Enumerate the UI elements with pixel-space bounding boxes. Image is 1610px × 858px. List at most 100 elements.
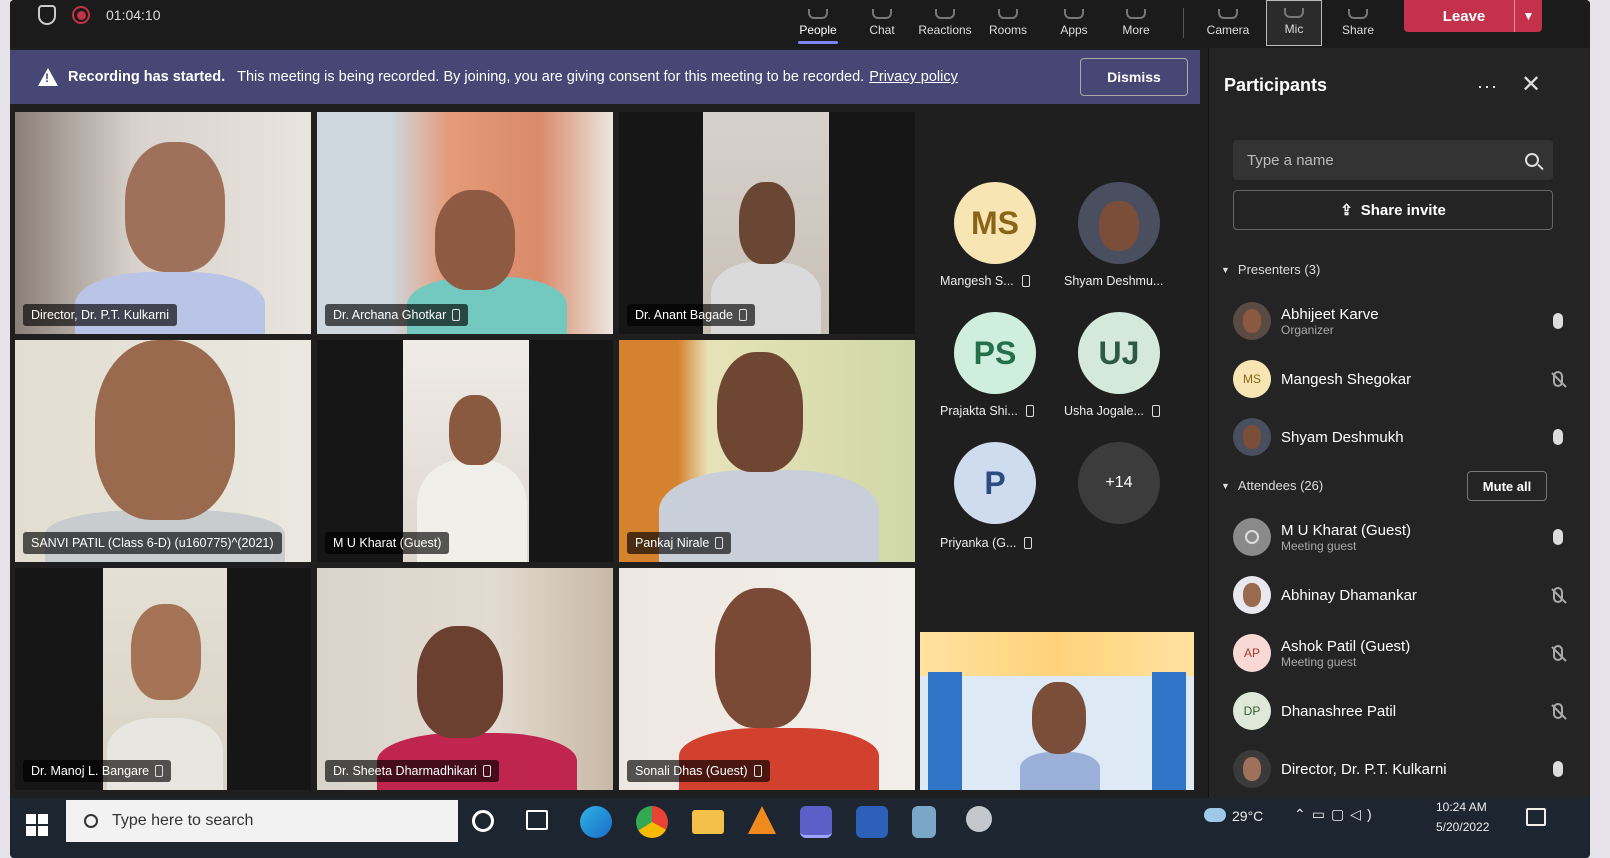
avatar bbox=[1233, 750, 1271, 788]
participant-avatar[interactable]: P bbox=[954, 442, 1036, 524]
mic-button[interactable]: Mic bbox=[1266, 0, 1322, 46]
avatar: AP bbox=[1233, 634, 1271, 672]
app-icon[interactable] bbox=[966, 806, 992, 832]
share-icon bbox=[1348, 9, 1368, 19]
presenters-section-toggle[interactable]: ▼ Presenters (3) bbox=[1221, 262, 1320, 277]
banner-title: Recording has started. bbox=[68, 69, 226, 85]
participant-search-input[interactable]: Type a name bbox=[1233, 140, 1553, 180]
avatar-name: Priyanka (G... bbox=[940, 536, 1033, 550]
app-icon[interactable] bbox=[912, 806, 936, 838]
more-options-icon[interactable]: ··· bbox=[1477, 76, 1498, 97]
video-tile[interactable]: M U Kharat (Guest) bbox=[317, 340, 613, 562]
teams-icon[interactable] bbox=[800, 806, 832, 838]
video-tile[interactable]: Dr. Manoj L. Bangare bbox=[15, 568, 311, 790]
edge-icon[interactable] bbox=[580, 806, 612, 838]
mute-all-button[interactable]: Mute all bbox=[1467, 471, 1547, 501]
avatar bbox=[1233, 418, 1271, 456]
people-button[interactable]: People bbox=[794, 0, 842, 46]
leave-button[interactable]: Leave ▼ bbox=[1404, 0, 1542, 32]
participant-avatar[interactable]: PS bbox=[954, 312, 1036, 394]
system-tray-icons[interactable]: ⌃▭▢◁) bbox=[1294, 806, 1378, 823]
clock-date[interactable]: 5/20/2022 bbox=[1436, 820, 1489, 834]
sidebar-graphic bbox=[928, 672, 962, 790]
participant-row[interactable]: DP Dhanashree Patil bbox=[1233, 688, 1563, 734]
mic-off-icon bbox=[1025, 405, 1034, 417]
more-button[interactable]: More bbox=[1116, 0, 1156, 46]
participant-avatar-photo[interactable] bbox=[1078, 182, 1160, 264]
participant-name-label: SANVI PATIL (Class 6-D) (u160775)^(2021) bbox=[23, 532, 282, 554]
video-tile[interactable]: Dr. Sheeta Dharmadhikari bbox=[317, 568, 613, 790]
rooms-icon bbox=[998, 9, 1018, 19]
dismiss-button[interactable]: Dismiss bbox=[1080, 58, 1188, 96]
video-tile[interactable]: Dr. Archana Ghotkar bbox=[317, 112, 613, 334]
overflow-participants-button[interactable]: +14 bbox=[1078, 442, 1160, 524]
word-icon[interactable] bbox=[856, 806, 888, 838]
mic-icon bbox=[1284, 8, 1304, 18]
video-tile[interactable]: Director, Dr. P.T. Kulkarni bbox=[15, 112, 311, 334]
privacy-policy-link[interactable]: Privacy policy bbox=[869, 69, 958, 85]
mic-off-icon[interactable] bbox=[1553, 371, 1563, 387]
mic-icon[interactable] bbox=[1553, 313, 1563, 329]
cortana-icon[interactable] bbox=[472, 810, 494, 832]
mic-off-icon bbox=[155, 765, 164, 777]
video-tile[interactable]: Dr. Anant Bagade bbox=[619, 112, 915, 334]
avatar: MS bbox=[1233, 360, 1271, 398]
share-button[interactable]: Share bbox=[1336, 0, 1380, 46]
avatar-name: Shyam Deshmu... bbox=[1064, 274, 1164, 288]
task-view-icon[interactable] bbox=[526, 810, 548, 830]
windows-taskbar: Type here to search 29°C ⌃▭▢◁) 10:24 AM … bbox=[10, 798, 1590, 858]
reactions-icon bbox=[935, 9, 955, 19]
mic-off-icon bbox=[715, 537, 724, 549]
camera-button[interactable]: Camera bbox=[1204, 0, 1252, 46]
camera-icon bbox=[1218, 9, 1238, 19]
share-invite-button[interactable]: ⇪ Share invite bbox=[1233, 190, 1553, 230]
participant-row[interactable]: Abhijeet Karve Organizer bbox=[1233, 298, 1563, 344]
participant-row[interactable]: M U Kharat (Guest) Meeting guest bbox=[1233, 514, 1563, 560]
participant-row[interactable]: Shyam Deshmukh bbox=[1233, 414, 1563, 460]
participant-name-label: Dr. Manoj L. Bangare bbox=[23, 760, 172, 782]
chat-button[interactable]: Chat bbox=[862, 0, 902, 46]
participant-row[interactable]: Director, Dr. P.T. Kulkarni bbox=[1233, 746, 1563, 792]
participant-avatar[interactable]: UJ bbox=[1078, 312, 1160, 394]
vlc-icon[interactable] bbox=[748, 806, 776, 834]
shared-content-tile[interactable] bbox=[920, 632, 1194, 790]
temperature[interactable]: 29°C bbox=[1232, 808, 1263, 824]
chrome-icon[interactable] bbox=[636, 806, 668, 838]
panel-title: Participants bbox=[1224, 75, 1328, 95]
more-icon bbox=[1126, 9, 1146, 19]
meeting-toolbar: 01:04:10 People Chat Reactions Rooms App… bbox=[10, 0, 1590, 48]
weather-icon[interactable] bbox=[1204, 808, 1226, 822]
mic-off-icon bbox=[1024, 537, 1033, 549]
mic-off-icon[interactable] bbox=[1553, 645, 1563, 661]
avatar bbox=[1233, 302, 1271, 340]
mic-off-icon[interactable] bbox=[1553, 587, 1563, 603]
participant-row[interactable]: AP Ashok Patil (Guest) Meeting guest bbox=[1233, 630, 1563, 676]
recording-icon bbox=[72, 6, 90, 24]
reactions-button[interactable]: Reactions bbox=[914, 0, 976, 46]
video-tile[interactable]: Sonali Dhas (Guest) bbox=[619, 568, 915, 790]
close-icon[interactable]: ✕ bbox=[1521, 70, 1541, 99]
windows-start-icon[interactable] bbox=[26, 814, 48, 836]
mic-icon[interactable] bbox=[1553, 529, 1563, 545]
video-tile[interactable]: Pankaj Nirale bbox=[619, 340, 915, 562]
mic-icon[interactable] bbox=[1553, 761, 1563, 777]
file-explorer-icon[interactable] bbox=[692, 810, 724, 834]
apps-button[interactable]: Apps bbox=[1054, 0, 1094, 46]
video-tile[interactable]: SANVI PATIL (Class 6-D) (u160775)^(2021) bbox=[15, 340, 311, 562]
taskbar-search-input[interactable]: Type here to search bbox=[66, 800, 458, 842]
participant-name-label: Dr. Anant Bagade bbox=[627, 304, 755, 326]
banner-message: This meeting is being recorded. By joini… bbox=[237, 69, 865, 85]
person-icon bbox=[1233, 518, 1271, 556]
chevron-down-icon[interactable]: ▼ bbox=[1514, 0, 1542, 32]
notification-icon[interactable] bbox=[1526, 808, 1546, 826]
participant-row[interactable]: Abhinay Dhamankar bbox=[1233, 572, 1563, 618]
mic-off-icon bbox=[1151, 405, 1160, 417]
participant-row[interactable]: MS Mangesh Shegokar bbox=[1233, 356, 1563, 402]
attendees-section-toggle[interactable]: ▼ Attendees (26) bbox=[1221, 478, 1323, 493]
mic-icon[interactable] bbox=[1553, 429, 1563, 445]
mic-off-icon[interactable] bbox=[1553, 703, 1563, 719]
clock-time[interactable]: 10:24 AM bbox=[1436, 800, 1487, 814]
participant-avatar[interactable]: MS bbox=[954, 182, 1036, 264]
sidebar-graphic bbox=[1152, 672, 1186, 790]
rooms-button[interactable]: Rooms bbox=[986, 0, 1030, 46]
